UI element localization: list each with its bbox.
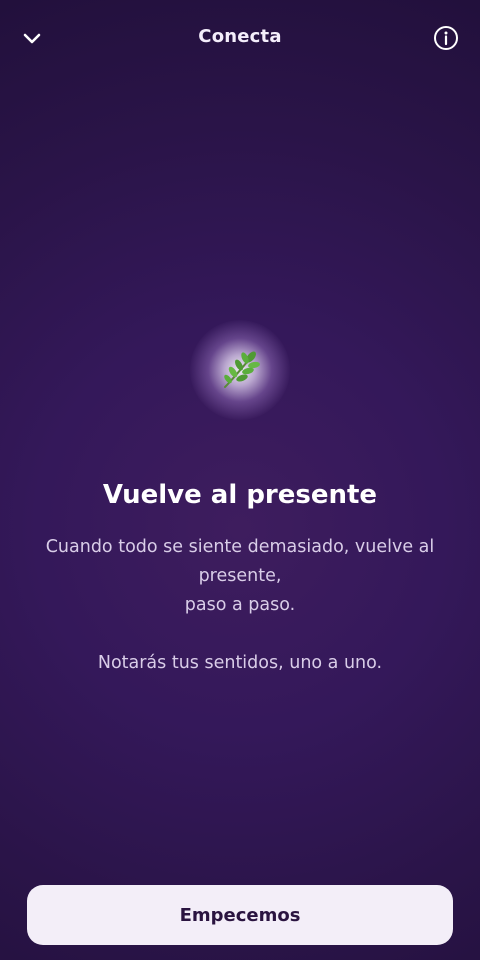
herb-leaf-icon xyxy=(224,351,260,388)
info-button[interactable] xyxy=(432,24,460,52)
description-line-1: Cuando todo se siente demasiado, vuelve … xyxy=(45,537,435,586)
page-title: Conecta xyxy=(198,26,282,47)
start-button[interactable]: Empecemos xyxy=(27,885,453,945)
headline: Vuelve al presente xyxy=(102,480,378,510)
hero-glow xyxy=(190,320,290,420)
info-circle-icon xyxy=(434,26,458,50)
description-line-3: Notarás tus sentidos, uno a uno. xyxy=(97,653,383,673)
description: Cuando todo se siente demasiado, vuelve … xyxy=(36,533,444,678)
top-bar: Conecta xyxy=(0,0,480,76)
description-line-2: paso a paso. xyxy=(184,595,296,615)
